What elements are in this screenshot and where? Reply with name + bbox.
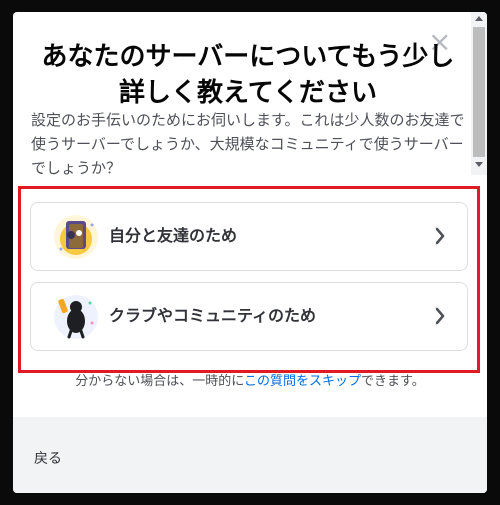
dialog-title: あなたのサーバーについてもう少し詳しく教えてください [41, 42, 455, 108]
friends-illustration-icon [54, 215, 98, 259]
chevron-right-icon [435, 227, 445, 245]
dialog-subtitle: 設定のお手伝いのためにお伺いします。これは少人数のお友達で使うサーバーでしょうか… [31, 111, 465, 177]
skip-prefix: 分からない場合は、一時的に [75, 374, 245, 389]
skip-suffix: できます。 [361, 374, 425, 389]
option-label: 自分と友達のため [109, 226, 238, 245]
community-illustration-icon [54, 295, 98, 339]
create-server-dialog: × あなたのサーバーについてもう少し詳しく教えてください 設定のお手伝いのために… [13, 12, 487, 493]
skip-hint: 分からない場合は、一時的にこの質問をスキップできます。 [13, 372, 487, 392]
option-label: クラブやコミュニティのため [109, 306, 317, 325]
skip-question-link[interactable]: この質問をスキップ [244, 374, 361, 389]
scrollbar[interactable] [471, 12, 487, 175]
option-for-me-and-friends[interactable]: 自分と友達のため [30, 202, 468, 271]
dialog-footer: 戻る [13, 417, 487, 493]
scroll-up-arrow-icon[interactable] [475, 16, 483, 21]
chevron-right-icon [435, 307, 445, 325]
back-button[interactable]: 戻る [34, 448, 62, 468]
option-for-club-or-community[interactable]: クラブやコミュニティのため [30, 282, 468, 351]
scroll-down-arrow-icon[interactable] [475, 162, 483, 167]
scroll-thumb[interactable] [473, 27, 485, 157]
